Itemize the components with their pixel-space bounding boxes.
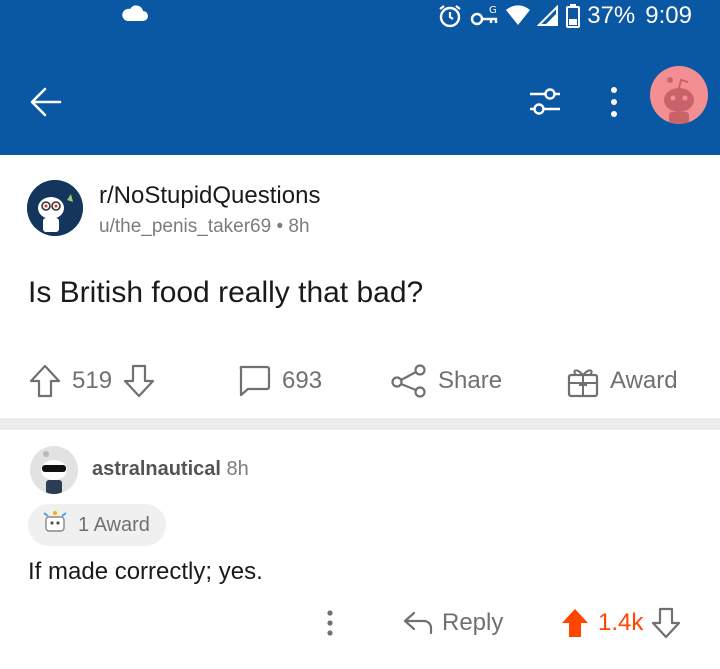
award-button[interactable]: Award — [566, 358, 678, 404]
comment-age: 8h — [226, 458, 249, 480]
subreddit-name[interactable]: r/NoStupidQuestions — [99, 182, 320, 210]
filter-icon[interactable] — [528, 86, 562, 123]
cloud-icon — [120, 2, 150, 29]
reply-icon — [402, 609, 434, 637]
wifi-icon — [505, 5, 531, 27]
back-arrow-icon[interactable] — [28, 84, 64, 125]
reply-button[interactable]: Reply — [402, 600, 503, 646]
reply-label: Reply — [442, 609, 504, 636]
upvote-icon[interactable] — [28, 363, 62, 399]
status-icons: G 37% 9:09 — [437, 2, 692, 30]
comment-header: astralnautical 8h — [92, 458, 249, 481]
meta-separator: • — [276, 216, 284, 237]
upvote-active-icon[interactable] — [560, 607, 590, 639]
share-button[interactable]: Share — [390, 358, 502, 404]
share-icon — [390, 364, 428, 398]
comment-downvote-icon[interactable] — [651, 607, 681, 639]
award-label: Award — [610, 367, 678, 394]
user-avatar[interactable] — [650, 66, 708, 124]
svg-text:G: G — [489, 5, 497, 16]
comment-author[interactable]: astralnautical — [92, 458, 221, 480]
subreddit-avatar[interactable] — [27, 180, 83, 236]
upvote-count: 519 — [72, 367, 113, 394]
comment-body: If made correctly; yes. — [28, 558, 263, 585]
comment-more-icon[interactable] — [322, 600, 338, 646]
post-age: 8h — [288, 216, 310, 237]
share-label: Share — [438, 367, 503, 394]
vpn-key-icon: G — [469, 3, 499, 29]
post-title[interactable]: Is British food really that bad? — [28, 276, 423, 310]
battery-percent: 37% — [587, 2, 636, 29]
signal-icon — [537, 5, 559, 27]
comment-vote-group: 1.4k — [560, 600, 681, 646]
award-count: 1 Award — [78, 513, 150, 536]
comment-icon — [236, 364, 272, 398]
alarm-icon — [437, 3, 463, 29]
gift-icon — [566, 363, 600, 399]
comments-button[interactable]: 693 — [236, 358, 322, 404]
comment-action-bar: Reply 1.4k — [0, 600, 720, 646]
post-meta: u/the_penis_taker69 • 8h — [99, 216, 310, 238]
commenter-avatar[interactable] — [30, 446, 78, 494]
battery-icon — [565, 3, 581, 29]
post-author[interactable]: u/the_penis_taker69 — [99, 216, 271, 237]
award-badge[interactable]: 1 Award — [28, 504, 166, 546]
comment-count: 693 — [282, 367, 323, 394]
downvote-icon[interactable] — [122, 363, 156, 399]
app-header: G 37% 9:09 — [0, 0, 720, 155]
post-action-bar: 519 693 Share Award — [0, 358, 720, 404]
vote-group: 519 — [28, 358, 156, 404]
section-divider — [0, 418, 720, 430]
more-vertical-icon[interactable] — [606, 86, 622, 123]
clock: 9:09 — [645, 2, 692, 29]
award-icon — [40, 509, 70, 541]
comment-score: 1.4k — [598, 609, 644, 636]
status-bar: G 37% 9:09 — [0, 0, 720, 36]
